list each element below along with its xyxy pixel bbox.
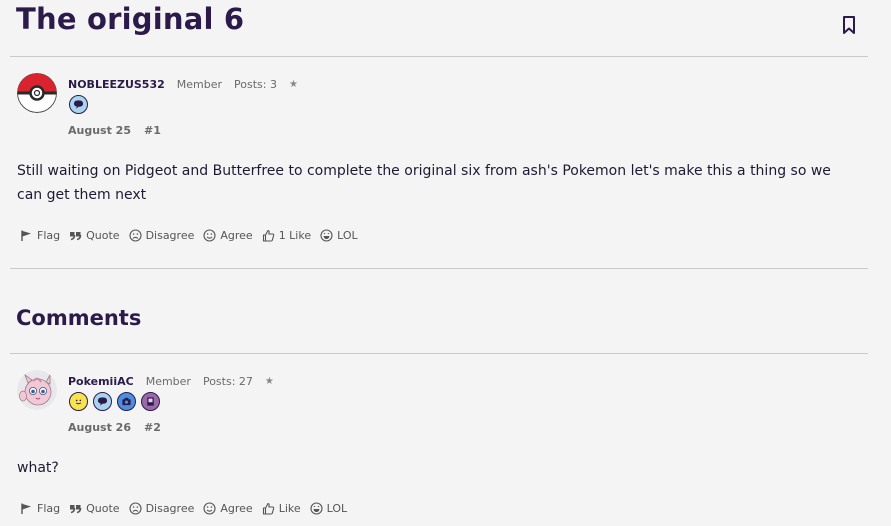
star-icon: ★ xyxy=(264,376,274,387)
like-label: Like xyxy=(278,502,301,515)
post-date[interactable]: August 25 xyxy=(68,124,131,137)
pokeball-avatar-image xyxy=(17,73,57,113)
photo-badge-icon[interactable] xyxy=(141,392,160,411)
smiley-badge-icon[interactable] xyxy=(69,392,88,411)
like-button[interactable]: 1 Like xyxy=(262,229,311,242)
lol-button[interactable]: LOL xyxy=(310,502,348,515)
post-date-row: August 25 #1 xyxy=(68,124,161,137)
comments-heading: Comments xyxy=(16,306,142,330)
user-role: Member xyxy=(176,78,223,91)
thumbs-up-icon xyxy=(262,502,274,515)
post-number[interactable]: #1 xyxy=(144,124,161,137)
username-link[interactable]: PokemiiAC xyxy=(68,375,134,388)
disagree-button[interactable]: Disagree xyxy=(129,229,195,242)
agree-button[interactable]: Agree xyxy=(203,502,253,515)
post-date[interactable]: August 26 xyxy=(68,421,131,434)
flag-icon xyxy=(21,230,31,241)
frown-icon xyxy=(129,502,142,515)
flag-icon xyxy=(21,503,31,514)
post-actions: Flag Quote Disagree Agree 1 Like LOL xyxy=(20,229,358,242)
pokemon-avatar-image xyxy=(17,370,57,410)
avatar[interactable] xyxy=(17,73,57,113)
post-count: Posts: 3 xyxy=(234,78,277,91)
username-link[interactable]: NOBLEEZUS532 xyxy=(68,78,165,91)
quote-label: Quote xyxy=(86,229,120,242)
divider xyxy=(10,268,868,269)
like-label: 1 Like xyxy=(278,229,312,242)
lol-button[interactable]: LOL xyxy=(320,229,358,242)
lol-label: LOL xyxy=(326,502,348,515)
thumbs-up-icon xyxy=(262,229,274,242)
page-title: The original 6 xyxy=(16,2,245,36)
quote-button[interactable]: Quote xyxy=(69,502,120,515)
quote-icon xyxy=(70,505,82,514)
post-body: Still waiting on Pidgeot and Butterfree … xyxy=(17,163,831,203)
divider xyxy=(10,353,868,354)
user-role: Member xyxy=(145,375,191,388)
smile-icon xyxy=(203,502,216,515)
divider xyxy=(10,56,868,57)
flag-button[interactable]: Flag xyxy=(20,502,60,515)
laugh-icon xyxy=(320,229,333,242)
avatar[interactable] xyxy=(17,370,57,410)
speech-bubble-badge-icon[interactable] xyxy=(93,392,112,411)
disagree-label: Disagree xyxy=(145,502,195,515)
frown-icon xyxy=(129,229,142,242)
flag-button[interactable]: Flag xyxy=(20,229,60,242)
agree-label: Agree xyxy=(220,229,253,242)
disagree-button[interactable]: Disagree xyxy=(129,502,195,515)
post-meta: PokemiiAC Member Posts: 27 ★ xyxy=(68,375,274,388)
post-actions: Flag Quote Disagree Agree Like LOL xyxy=(20,502,347,515)
post-meta: NOBLEEZUS532 Member Posts: 3 ★ xyxy=(68,78,298,91)
flag-label: Flag xyxy=(37,229,61,242)
disagree-label: Disagree xyxy=(145,229,195,242)
camera-badge-icon[interactable] xyxy=(117,392,136,411)
laugh-icon xyxy=(310,502,323,515)
flag-label: Flag xyxy=(37,502,61,515)
post-date-row: August 26 #2 xyxy=(68,421,161,434)
post-body: what? xyxy=(17,460,59,476)
badge-list xyxy=(69,95,88,114)
speech-bubble-badge-icon[interactable] xyxy=(69,95,88,114)
star-icon: ★ xyxy=(288,79,298,90)
post-number[interactable]: #2 xyxy=(144,421,161,434)
lol-label: LOL xyxy=(337,229,358,242)
badge-list xyxy=(69,392,160,411)
like-button[interactable]: Like xyxy=(262,502,301,515)
quote-label: Quote xyxy=(86,502,120,515)
smile-icon xyxy=(203,229,216,242)
bookmark-icon[interactable] xyxy=(840,15,858,35)
agree-label: Agree xyxy=(220,502,253,515)
agree-button[interactable]: Agree xyxy=(203,229,253,242)
quote-button[interactable]: Quote xyxy=(69,229,120,242)
quote-icon xyxy=(70,232,82,241)
post-count: Posts: 27 xyxy=(202,375,253,388)
